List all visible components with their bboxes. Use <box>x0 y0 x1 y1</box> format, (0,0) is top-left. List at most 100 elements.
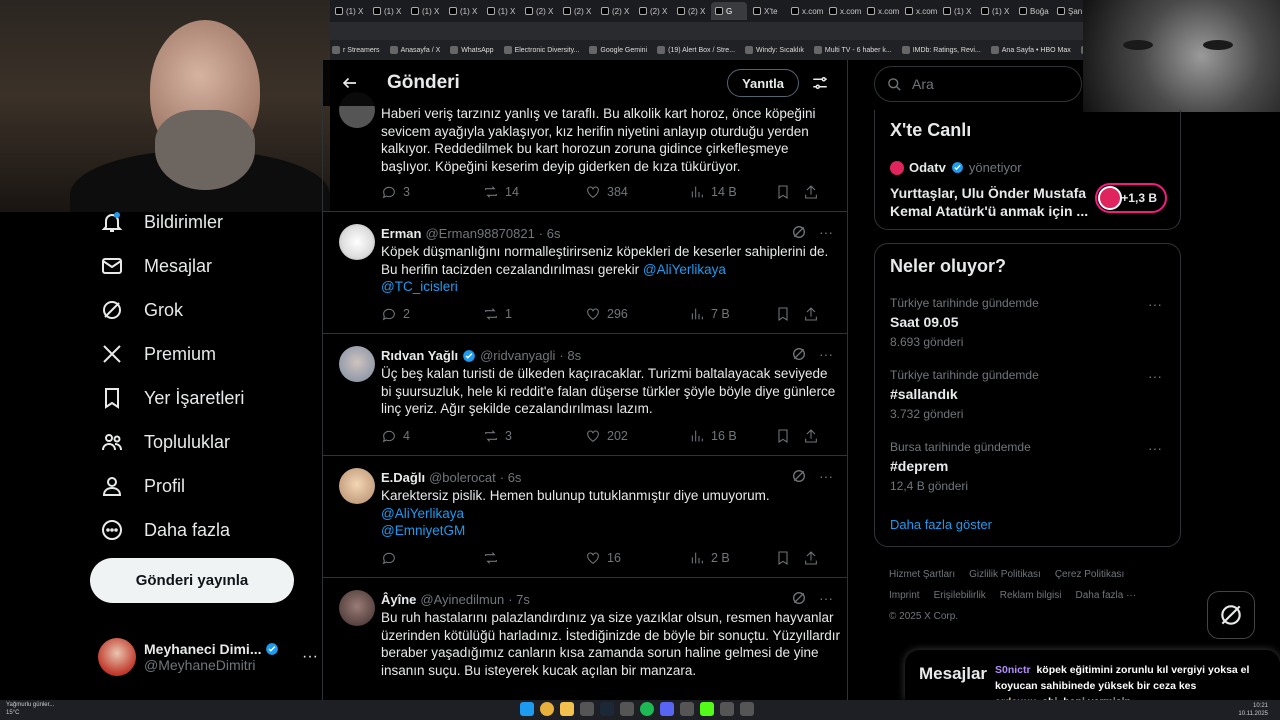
list-item[interactable]: E.Dağlı @bolerocat · 6s ··· Karektersiz … <box>323 456 847 578</box>
grok-icon[interactable] <box>791 468 807 484</box>
clock[interactable]: 10:21 10.11.2025 <box>1238 702 1268 718</box>
share-action[interactable] <box>803 184 819 200</box>
more-icon[interactable]: ··· <box>819 346 833 362</box>
tweet-time[interactable]: · 6s <box>500 470 522 485</box>
post-button[interactable]: Gönderi yayınla <box>90 558 294 603</box>
grok-button[interactable] <box>1207 591 1255 639</box>
trend-item[interactable]: Türkiye tarihinde gündemde #sallandık 3.… <box>890 368 1170 421</box>
weather-widget[interactable]: Yağmurlu günler... 15°C <box>6 701 54 717</box>
like-action[interactable]: 202 <box>585 428 689 444</box>
live-space-title[interactable]: Yurttaşlar, Ulu Önder Mustafa Kemal Atat… <box>890 184 1090 220</box>
grok-icon[interactable] <box>791 224 807 240</box>
browser-tab[interactable]: (2) X <box>597 2 633 20</box>
tweet-author-handle[interactable]: @ridvanyagli <box>480 348 555 363</box>
footer-link[interactable]: Erişilebilirlik <box>934 590 986 601</box>
tweet-author-handle[interactable]: @bolerocat <box>429 470 496 485</box>
mention-link[interactable]: @TC_icisleri <box>381 279 458 294</box>
trend-item[interactable]: Bursa tarihinde gündemde #deprem 12,4 B … <box>890 440 1170 493</box>
bookmark-link[interactable]: WhatsApp <box>450 46 494 54</box>
browser-tab[interactable]: x.com <box>787 2 823 20</box>
account-switcher[interactable]: Meyhaneci Dimi... @MeyhaneDimitri ··· <box>98 634 318 680</box>
like-action[interactable]: 384 <box>585 184 689 200</box>
more-icon[interactable]: ··· <box>302 648 318 666</box>
tweet-author-handle[interactable]: @Erman98870821 <box>425 226 534 241</box>
app-icon[interactable] <box>580 702 594 716</box>
bookmark-link[interactable]: IMDb: Ratings, Revi... <box>901 46 981 54</box>
tweet-author-name[interactable]: Rıdvan Yağlı <box>381 348 458 363</box>
steam-icon[interactable] <box>600 702 614 716</box>
bookmark-action[interactable] <box>775 428 791 444</box>
share-action[interactable] <box>803 550 819 566</box>
views-action[interactable]: 2 B <box>689 550 775 566</box>
bookmark-link[interactable]: Windy: Sıcaklık <box>745 46 804 54</box>
browser-tab[interactable]: (1) X <box>483 2 519 20</box>
browser-tab[interactable]: (1) X <box>939 2 975 20</box>
reply-button[interactable]: Yanıtla <box>727 69 799 97</box>
bookmark-link[interactable]: Ana Sayfa • HBO Max <box>990 46 1071 54</box>
trend-item[interactable]: Türkiye tarihinde gündemde Saat 09.05 8.… <box>890 296 1170 349</box>
repost-action[interactable] <box>483 550 585 566</box>
more-icon[interactable]: ··· <box>1148 368 1162 384</box>
bookmark-action[interactable] <box>775 184 791 200</box>
bookmark-link[interactable]: Electronic Diversity... <box>503 46 579 54</box>
kick-icon[interactable] <box>700 702 714 716</box>
live-host[interactable]: Odatv yönetiyor <box>890 160 1022 175</box>
more-icon[interactable]: ··· <box>819 590 833 606</box>
browser-tab[interactable]: (1) X <box>407 2 443 20</box>
browser-address-bar[interactable] <box>330 22 1090 40</box>
bookmark-link[interactable]: (19) Alert Box / Stre... <box>657 46 735 54</box>
bookmark-link[interactable]: Google Gemini <box>589 46 647 54</box>
spotify-icon[interactable] <box>640 702 654 716</box>
tweet-author-name[interactable]: E.Dağlı <box>381 470 425 485</box>
grok-icon[interactable] <box>791 346 807 362</box>
footer-link[interactable]: Daha fazla ··· <box>1075 590 1136 601</box>
app-icon[interactable] <box>720 702 734 716</box>
like-action[interactable]: 16 <box>585 550 689 566</box>
windows-start-icon[interactable] <box>520 702 534 716</box>
list-item[interactable]: Erman @Erman98870821 · 6s ··· Köpek düşm… <box>323 212 847 334</box>
app-icon[interactable] <box>740 702 754 716</box>
browser-tab[interactable]: G <box>711 2 747 20</box>
app-icon[interactable] <box>620 702 634 716</box>
tweet-author-name[interactable]: Âyîne <box>381 592 416 607</box>
browser-tab[interactable]: (2) X <box>635 2 671 20</box>
mention-link[interactable]: @AliYerlikaya <box>381 506 464 521</box>
views-action[interactable]: 14 B <box>689 184 775 200</box>
browser-tab[interactable]: (1) X <box>369 2 405 20</box>
footer-link[interactable]: Çerez Politikası <box>1055 569 1124 580</box>
tweet-author-handle[interactable]: @Ayinedilmun <box>420 592 504 607</box>
list-item[interactable]: Âyîne @Ayinedilmun · 7s ··· Bu ruh hasta… <box>323 578 847 700</box>
folder-icon[interactable] <box>560 702 574 716</box>
repost-action[interactable]: 3 <box>483 428 585 444</box>
browser-tab[interactable]: Boğa <box>1015 2 1051 20</box>
show-more-link[interactable]: Daha fazla göster <box>890 517 992 532</box>
mention-link[interactable]: @AliYerlikaya <box>643 262 726 277</box>
browser-tab[interactable]: (2) X <box>673 2 709 20</box>
browser-tab[interactable]: X'te <box>749 2 785 20</box>
reply-action[interactable]: 3 <box>381 184 483 200</box>
repost-action[interactable]: 1 <box>483 306 585 322</box>
share-action[interactable] <box>803 428 819 444</box>
sidebar-item-bildirimler[interactable]: Bildirimler <box>90 200 320 244</box>
reply-action[interactable]: 2 <box>381 306 483 322</box>
footer-link[interactable]: Imprint <box>889 590 920 601</box>
grok-icon[interactable] <box>791 590 807 606</box>
filter-button[interactable] <box>803 66 837 100</box>
tweet-time[interactable]: · 8s <box>559 348 581 363</box>
share-action[interactable] <box>803 306 819 322</box>
more-icon[interactable]: ··· <box>819 224 833 240</box>
chrome-icon[interactable] <box>540 702 554 716</box>
bookmark-link[interactable]: r Streamers <box>332 46 380 54</box>
browser-tab[interactable]: x.com <box>825 2 861 20</box>
more-icon[interactable]: ··· <box>1148 296 1162 312</box>
browser-tab[interactable]: (2) X <box>559 2 595 20</box>
sidebar-item-mesajlar[interactable]: Mesajlar <box>90 244 320 288</box>
tweet-time[interactable]: · 7s <box>508 592 530 607</box>
repost-action[interactable]: 14 <box>483 184 585 200</box>
like-action[interactable]: 296 <box>585 306 689 322</box>
sidebar-item-grok[interactable]: Grok <box>90 288 320 332</box>
discord-icon[interactable] <box>660 702 674 716</box>
browser-tab[interactable]: (1) X <box>331 2 367 20</box>
search-input[interactable]: Ara <box>874 66 1082 102</box>
bookmark-action[interactable] <box>775 306 791 322</box>
